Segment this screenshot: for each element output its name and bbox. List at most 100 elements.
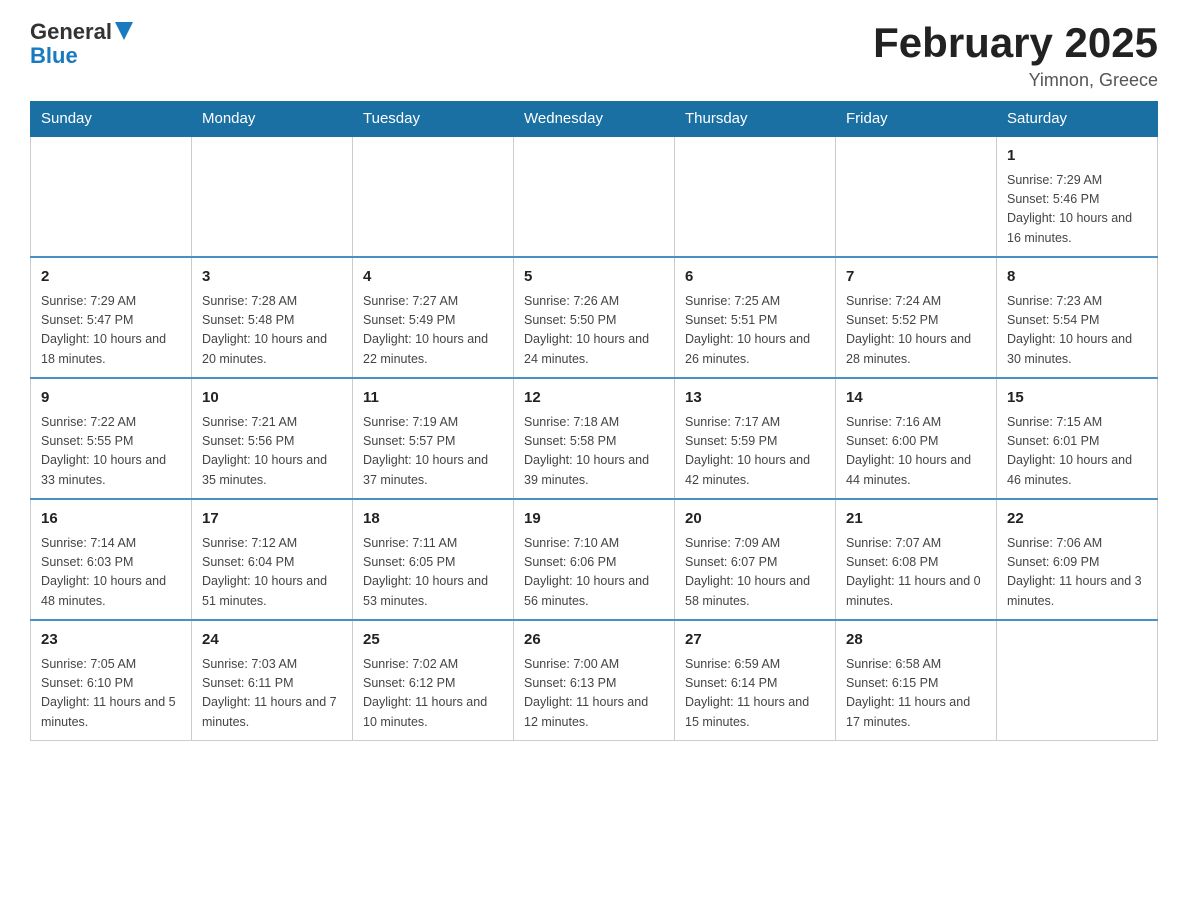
day-number: 10	[202, 387, 342, 410]
day-number: 28	[846, 629, 986, 652]
day-number: 1	[1007, 145, 1147, 168]
day-number: 11	[363, 387, 503, 410]
calendar-day-cell: 18Sunrise: 7:11 AM Sunset: 6:05 PM Dayli…	[353, 499, 514, 620]
calendar-day-cell: 19 Sunrise: 7:10 AM Sunset: 6:06 PM Dayli…	[514, 499, 675, 620]
calendar-day-cell: 10 Sunrise: 7:21 AM Sunset: 5:56 PM Dayli…	[192, 378, 353, 499]
calendar-week-row: 16 Sunrise: 7:14 AM Sunset: 6:03 PM Dayli…	[31, 499, 1158, 620]
day-number: 4	[363, 266, 503, 289]
page-header: General Blue February 2025 Yimnon, Greec…	[30, 20, 1158, 91]
day-number: 19	[524, 508, 664, 531]
calendar-day-cell: 8 Sunrise: 7:23 AM Sunset: 5:54 PM Daylig…	[997, 257, 1158, 378]
day-number: 13	[685, 387, 825, 410]
calendar-week-row: 9 Sunrise: 7:22 AM Sunset: 5:55 PM Daylig…	[31, 378, 1158, 499]
location-subtitle: Yimnon, Greece	[873, 70, 1158, 91]
calendar-day-header: Monday	[192, 102, 353, 137]
logo-general-text: General	[30, 20, 112, 44]
calendar-day-cell: 5 Sunrise: 7:26 AM Sunset: 5:50 PM Daylig…	[514, 257, 675, 378]
month-year-title: February 2025	[873, 20, 1158, 66]
calendar-day-cell	[353, 136, 514, 257]
day-info: Sunrise: 7:17 AM Sunset: 5:59 PM Dayligh…	[685, 413, 825, 491]
calendar-day-cell: 9 Sunrise: 7:22 AM Sunset: 5:55 PM Daylig…	[31, 378, 192, 499]
day-number: 14	[846, 387, 986, 410]
day-info: Sunrise: 7:16 AM Sunset: 6:00 PM Dayligh…	[846, 413, 986, 491]
day-info: Sunrise: 7:21 AM Sunset: 5:56 PM Dayligh…	[202, 413, 342, 491]
day-info: Sunrise: 7:14 AM Sunset: 6:03 PM Dayligh…	[41, 534, 181, 612]
calendar-day-header: Sunday	[31, 102, 192, 137]
day-info: Sunrise: 7:10 AM Sunset: 6:06 PM Dayligh…	[524, 534, 664, 612]
day-info: Sunrise: 7:28 AM Sunset: 5:48 PM Dayligh…	[202, 292, 342, 370]
calendar-day-cell: 6 Sunrise: 7:25 AM Sunset: 5:51 PM Daylig…	[675, 257, 836, 378]
calendar-day-cell: 7 Sunrise: 7:24 AM Sunset: 5:52 PM Daylig…	[836, 257, 997, 378]
day-number: 27	[685, 629, 825, 652]
day-number: 20	[685, 508, 825, 531]
calendar-day-cell: 21Sunrise: 7:07 AM Sunset: 6:08 PM Dayli…	[836, 499, 997, 620]
calendar-day-cell	[997, 620, 1158, 741]
day-number: 9	[41, 387, 181, 410]
day-info: Sunrise: 7:11 AM Sunset: 6:05 PM Dayligh…	[363, 534, 503, 612]
calendar-week-row: 23Sunrise: 7:05 AM Sunset: 6:10 PM Dayli…	[31, 620, 1158, 741]
day-info: Sunrise: 7:06 AM Sunset: 6:09 PM Dayligh…	[1007, 534, 1147, 612]
day-info: Sunrise: 6:59 AM Sunset: 6:14 PM Dayligh…	[685, 655, 825, 733]
day-info: Sunrise: 7:02 AM Sunset: 6:12 PM Dayligh…	[363, 655, 503, 733]
calendar-day-cell	[836, 136, 997, 257]
logo-triangle-icon	[115, 22, 133, 40]
day-info: Sunrise: 7:00 AM Sunset: 6:13 PM Dayligh…	[524, 655, 664, 733]
calendar-day-cell: 12 Sunrise: 7:18 AM Sunset: 5:58 PM Dayli…	[514, 378, 675, 499]
calendar-day-cell: 4 Sunrise: 7:27 AM Sunset: 5:49 PM Daylig…	[353, 257, 514, 378]
calendar-header-row: SundayMondayTuesdayWednesdayThursdayFrid…	[31, 102, 1158, 137]
calendar-day-cell: 13 Sunrise: 7:17 AM Sunset: 5:59 PM Dayli…	[675, 378, 836, 499]
calendar-day-cell: 22 Sunrise: 7:06 AM Sunset: 6:09 PM Dayli…	[997, 499, 1158, 620]
day-number: 25	[363, 629, 503, 652]
day-number: 6	[685, 266, 825, 289]
day-info: Sunrise: 6:58 AM Sunset: 6:15 PM Dayligh…	[846, 655, 986, 733]
calendar-day-header: Wednesday	[514, 102, 675, 137]
day-number: 26	[524, 629, 664, 652]
calendar-table: SundayMondayTuesdayWednesdayThursdayFrid…	[30, 101, 1158, 741]
calendar-day-header: Saturday	[997, 102, 1158, 137]
calendar-day-cell: 20 Sunrise: 7:09 AM Sunset: 6:07 PM Dayli…	[675, 499, 836, 620]
day-info: Sunrise: 7:25 AM Sunset: 5:51 PM Dayligh…	[685, 292, 825, 370]
day-info: Sunrise: 7:18 AM Sunset: 5:58 PM Dayligh…	[524, 413, 664, 491]
day-info: Sunrise: 7:26 AM Sunset: 5:50 PM Dayligh…	[524, 292, 664, 370]
day-info: Sunrise: 7:24 AM Sunset: 5:52 PM Dayligh…	[846, 292, 986, 370]
day-number: 22	[1007, 508, 1147, 531]
calendar-day-cell: 17Sunrise: 7:12 AM Sunset: 6:04 PM Dayli…	[192, 499, 353, 620]
title-block: February 2025 Yimnon, Greece	[873, 20, 1158, 91]
day-number: 24	[202, 629, 342, 652]
day-number: 12	[524, 387, 664, 410]
calendar-day-cell	[514, 136, 675, 257]
day-number: 23	[41, 629, 181, 652]
calendar-day-cell: 24 Sunrise: 7:03 AM Sunset: 6:11 PM Dayli…	[192, 620, 353, 741]
day-number: 16	[41, 508, 181, 531]
calendar-day-cell: 16 Sunrise: 7:14 AM Sunset: 6:03 PM Dayli…	[31, 499, 192, 620]
day-number: 15	[1007, 387, 1147, 410]
day-info: Sunrise: 7:19 AM Sunset: 5:57 PM Dayligh…	[363, 413, 503, 491]
day-info: Sunrise: 7:29 AM Sunset: 5:47 PM Dayligh…	[41, 292, 181, 370]
day-info: Sunrise: 7:03 AM Sunset: 6:11 PM Dayligh…	[202, 655, 342, 733]
calendar-day-cell	[192, 136, 353, 257]
calendar-day-cell: 26 Sunrise: 7:00 AM Sunset: 6:13 PM Dayli…	[514, 620, 675, 741]
calendar-day-cell: 3 Sunrise: 7:28 AM Sunset: 5:48 PM Daylig…	[192, 257, 353, 378]
day-info: Sunrise: 7:15 AM Sunset: 6:01 PM Dayligh…	[1007, 413, 1147, 491]
day-number: 8	[1007, 266, 1147, 289]
calendar-day-cell	[675, 136, 836, 257]
day-number: 3	[202, 266, 342, 289]
calendar-week-row: 1 Sunrise: 7:29 AM Sunset: 5:46 PM Daylig…	[31, 136, 1158, 257]
day-info: Sunrise: 7:12 AM Sunset: 6:04 PM Dayligh…	[202, 534, 342, 612]
day-number: 5	[524, 266, 664, 289]
calendar-day-cell: 25 Sunrise: 7:02 AM Sunset: 6:12 PM Dayli…	[353, 620, 514, 741]
day-info: Sunrise: 7:07 AM Sunset: 6:08 PM Dayligh…	[846, 534, 986, 612]
day-info: Sunrise: 7:29 AM Sunset: 5:46 PM Dayligh…	[1007, 171, 1147, 249]
calendar-day-header: Thursday	[675, 102, 836, 137]
logo-blue-text: Blue	[30, 44, 78, 68]
day-info: Sunrise: 7:22 AM Sunset: 5:55 PM Dayligh…	[41, 413, 181, 491]
day-info: Sunrise: 7:09 AM Sunset: 6:07 PM Dayligh…	[685, 534, 825, 612]
calendar-day-cell: 1 Sunrise: 7:29 AM Sunset: 5:46 PM Daylig…	[997, 136, 1158, 257]
day-number: 7	[846, 266, 986, 289]
day-info: Sunrise: 7:27 AM Sunset: 5:49 PM Dayligh…	[363, 292, 503, 370]
calendar-day-cell: 27 Sunrise: 6:59 AM Sunset: 6:14 PM Dayli…	[675, 620, 836, 741]
calendar-day-header: Friday	[836, 102, 997, 137]
day-info: Sunrise: 7:23 AM Sunset: 5:54 PM Dayligh…	[1007, 292, 1147, 370]
calendar-day-cell: 2Sunrise: 7:29 AM Sunset: 5:47 PM Daylig…	[31, 257, 192, 378]
logo: General Blue	[30, 20, 133, 68]
